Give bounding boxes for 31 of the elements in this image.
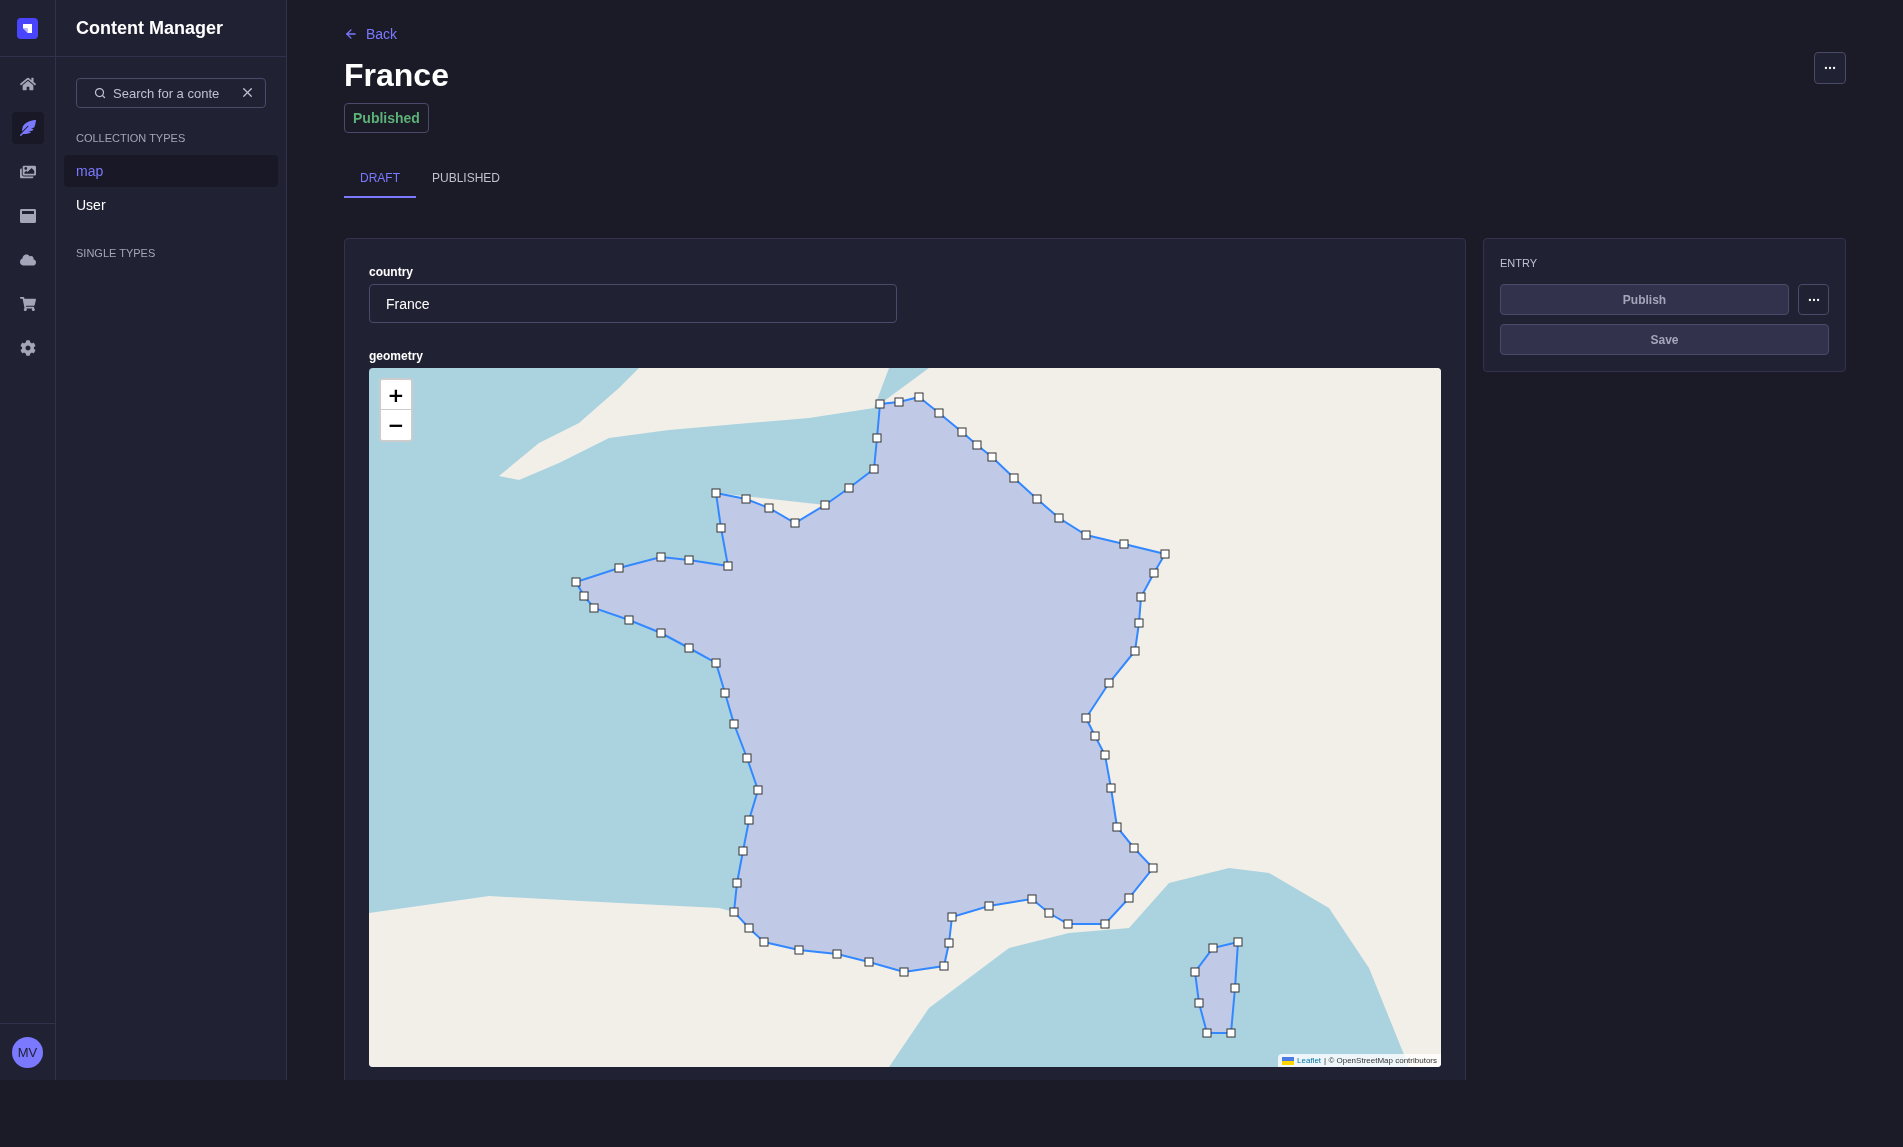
search-field[interactable]: Search for a conte <box>76 78 266 108</box>
page-title: France <box>344 56 449 95</box>
text-input[interactable]: France <box>369 284 897 323</box>
panel-heading: ENTRY <box>1500 256 1538 270</box>
attribution-link[interactable]: Leaflet <box>1297 1055 1322 1066</box>
section-heading: COLLECTION TYPES <box>75 131 187 145</box>
close-icon[interactable] <box>240 85 255 100</box>
tab[interactable]: PUBLISHED <box>416 159 517 198</box>
cart-icon <box>19 296 36 312</box>
back-link[interactable]: Back <box>344 25 398 43</box>
search-icon <box>94 87 106 99</box>
tab[interactable]: DRAFT <box>344 159 416 198</box>
feather-icon <box>19 120 36 136</box>
field-label: geometry <box>369 348 424 364</box>
sidebar-title: Content Manager <box>76 17 223 39</box>
images-icon <box>19 164 36 180</box>
home-icon <box>19 76 36 92</box>
zoom-in-button[interactable]: + <box>381 380 411 410</box>
sidebar-item[interactable]: User <box>64 189 278 221</box>
layout-icon <box>19 208 36 224</box>
flag-icon <box>1282 1056 1295 1065</box>
cloud-icon <box>19 252 36 268</box>
attribution-text: | © OpenStreetMap contributors <box>1324 1055 1437 1066</box>
sidebar-item[interactable]: map <box>64 155 278 187</box>
user-avatar[interactable]: MV <box>12 1036 43 1068</box>
section-heading: SINGLE TYPES <box>75 246 157 260</box>
settings-icon <box>19 340 36 356</box>
field-label: country <box>369 264 413 280</box>
status-badge: Published <box>344 103 429 133</box>
logo-icon[interactable] <box>17 17 38 39</box>
nav-button[interactable] <box>11 112 44 144</box>
